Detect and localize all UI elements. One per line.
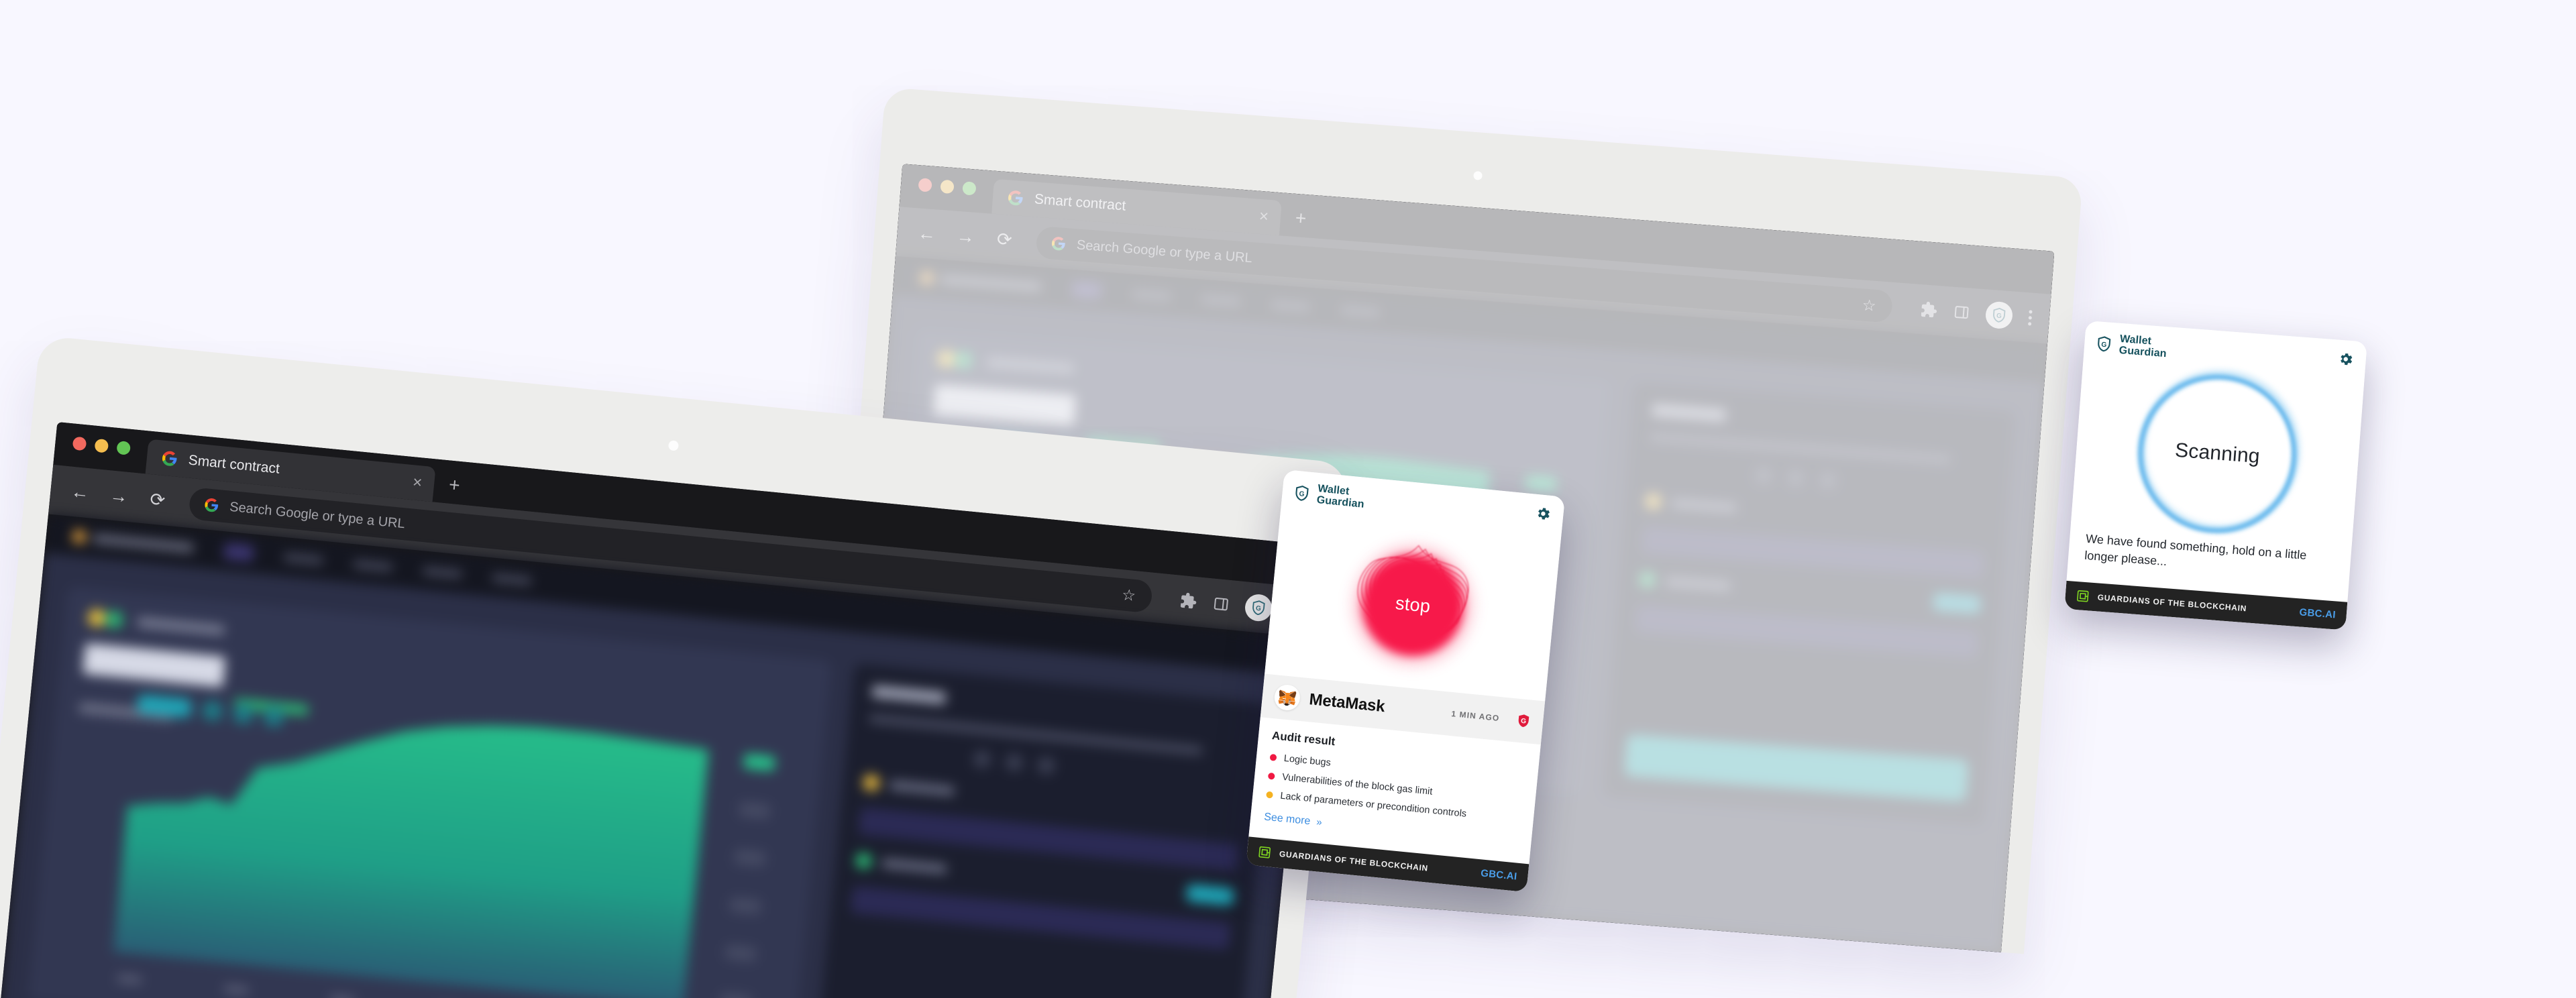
swap-panel-subtitle [869,714,1203,755]
wallet-guardian-extension-icon[interactable]: G [1244,593,1273,623]
swap-panel-actions[interactable] [972,749,1246,794]
severity-dot [1267,772,1275,780]
footer-tagline: GUARDIANS OF THE BLOCKCHAIN [2097,592,2247,614]
swap-panel [814,663,1273,998]
see-more-label: See more [1263,811,1311,828]
stop-hero: stop [1265,509,1562,702]
metamask-fox-icon [1273,683,1301,712]
extensions-puzzle-icon[interactable] [1179,592,1197,610]
chart-y-axis [713,753,782,998]
reload-button[interactable]: ⟳ [144,488,170,511]
footer-tagline: GUARDIANS OF THE BLOCKCHAIN [1279,848,1429,873]
shield-g-icon: G [2098,336,2111,352]
site-nav-pill[interactable] [223,543,254,562]
chart-price-value [83,643,226,688]
site-nav-link[interactable] [283,553,323,565]
svg-text:G: G [1255,605,1261,613]
footer-brand-link[interactable]: GBC.AI [1480,868,1517,883]
front-laptop-screen: Smart contract × + ← → ⟳ Search Google o… [0,422,1316,998]
webcam-dot [1473,170,1483,180]
alert-timestamp: 1 MIN AGO [1450,708,1501,723]
wallet-guardian-logo: G Wallet Guardian [2094,332,2167,360]
stop-label: stop [1394,593,1432,617]
forward-button[interactable]: → [106,484,132,507]
guardian-g-shield-icon: G [1515,712,1532,728]
gear-icon[interactable] [1534,505,1552,526]
stop-blob-graphic: stop [1334,526,1491,683]
scene-canvas: Smart contract × + ← → ⟳ Search Google o… [0,0,2576,998]
svg-text:G: G [2101,341,2107,349]
price-chart-card [28,586,833,998]
gbc-square-icon [2077,590,2089,602]
wallet-guardian-name: Wallet Guardian [1316,483,1366,510]
chart-range-tabs[interactable] [136,694,284,727]
close-tab-button[interactable]: × [412,473,423,492]
webcam-dot [667,440,680,451]
site-nav-link[interactable] [492,573,532,585]
side-panel-icon[interactable] [1212,596,1230,613]
scanning-hero: Scanning [2070,360,2365,547]
maximize-window-button[interactable] [116,440,131,455]
minimize-window-button[interactable] [94,438,109,453]
brand-line-2: Guardian [2118,344,2167,359]
google-g-icon [162,451,177,466]
shield-g-icon: G [1295,485,1309,501]
swap-panel-title [871,685,947,705]
app-name: MetaMask [1308,689,1386,716]
wallet-guardian-logo: G Wallet Guardian [1292,481,1366,510]
footer-brand-link[interactable]: GBC.AI [2299,607,2336,621]
chart-area-series [113,671,711,998]
new-tab-button[interactable]: + [448,474,461,496]
site-logo [72,530,194,553]
gbc-square-icon [1258,846,1271,858]
wallet-guardian-name: Wallet Guardian [2118,333,2167,360]
audit-item-label: Logic bugs [1283,753,1332,769]
severity-dot [1269,753,1277,761]
wallet-guardian-popup-scanning[interactable]: G Wallet Guardian Scanning We have found… [2064,321,2367,630]
address-bar-placeholder: Search Google or type a URL [229,499,406,531]
svg-text:G: G [1299,490,1305,498]
wallet-guardian-popup-audit[interactable]: G Wallet Guardian stop MetaMask 1 MIN AG… [1246,469,1565,893]
site-nav-link[interactable] [422,566,462,578]
gear-icon[interactable] [2337,351,2354,372]
close-window-button[interactable] [72,436,87,451]
site-nav-link[interactable] [353,559,393,571]
severity-dot [1266,791,1274,799]
browser-window: Smart contract × + ← → ⟳ [0,422,1316,998]
svg-text:G: G [1521,717,1527,725]
scanning-ring-graphic: Scanning [2132,365,2305,539]
chevron-right-icon: » [1316,816,1322,829]
google-g-icon [205,498,219,512]
star-icon[interactable]: ☆ [1121,586,1136,605]
window-controls [70,424,132,472]
back-button[interactable]: ← [67,481,93,504]
